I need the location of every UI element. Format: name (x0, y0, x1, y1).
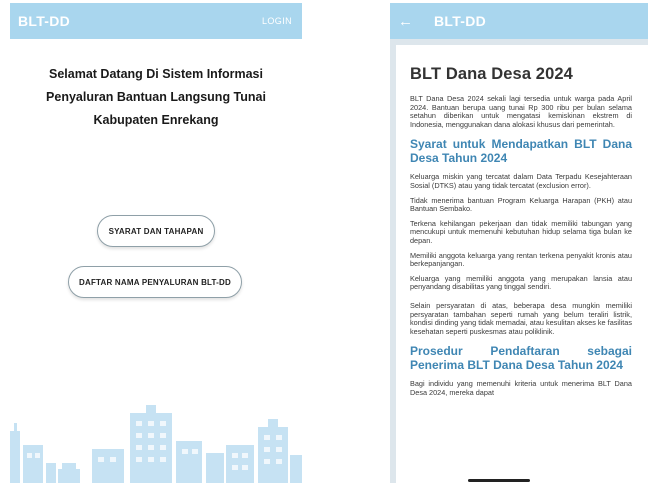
requirement-item: Keluarga yang memiliki anggota yang meru… (410, 273, 632, 292)
article-content[interactable]: BLT Dana Desa 2024 BLT Dana Desa 2024 se… (396, 45, 648, 483)
home-app-bar: BLT-DD LOGIN (10, 3, 302, 39)
home-indicator (468, 479, 530, 482)
article-title: BLT Dana Desa 2024 (410, 65, 573, 83)
welcome-line: Kabupaten Enrekang (93, 113, 219, 127)
welcome-line: Selamat Datang Di Sistem Informasi (49, 67, 263, 81)
requirement-item: Tidak menerima bantuan Program Keluarga … (410, 195, 632, 214)
syarat-dan-tahapan-button[interactable]: SYARAT DAN TAHAPAN (97, 215, 215, 247)
city-skyline-icon (10, 405, 302, 483)
procedure-intro: Bagi individu yang memenuhi kriteria unt… (410, 379, 632, 397)
app-title: BLT-DD (18, 13, 71, 29)
welcome-message: Selamat Datang Di Sistem Informasi Penya… (10, 63, 302, 132)
home-screen: BLT-DD LOGIN Selamat Datang Di Sistem In… (10, 3, 302, 483)
requirement-item: Terkena kehilangan pekerjaan dan tidak m… (410, 218, 632, 245)
arrow-left-icon[interactable]: ← (398, 14, 424, 29)
article-intro: BLT Dana Desa 2024 sekali lagi tersedia … (410, 94, 632, 129)
section-heading-syarat: Syarat untuk Mendapatkan BLT Dana Desa T… (410, 137, 632, 166)
requirement-item: Keluarga miskin yang tercatat dalam Data… (410, 172, 632, 190)
welcome-line: Penyaluran Bantuan Langsung Tunai (46, 90, 266, 104)
article-app-bar: ← BLT-DD (390, 3, 648, 39)
app-title: BLT-DD (434, 13, 487, 29)
article-screen: ← BLT-DD BLT Dana Desa 2024 BLT Dana Des… (390, 3, 648, 483)
daftar-nama-penyaluran-button[interactable]: DAFTAR NAMA PENYALURAN BLT-DD (68, 266, 242, 298)
additional-requirements-note: Selain persyaratan di atas, beberapa des… (410, 300, 632, 336)
section-heading-prosedur: Prosedur Pendaftaran sebagai Penerima BL… (410, 344, 632, 373)
requirement-item: Memiliki anggota keluarga yang rentan te… (410, 250, 632, 269)
login-button[interactable]: LOGIN (262, 16, 292, 26)
